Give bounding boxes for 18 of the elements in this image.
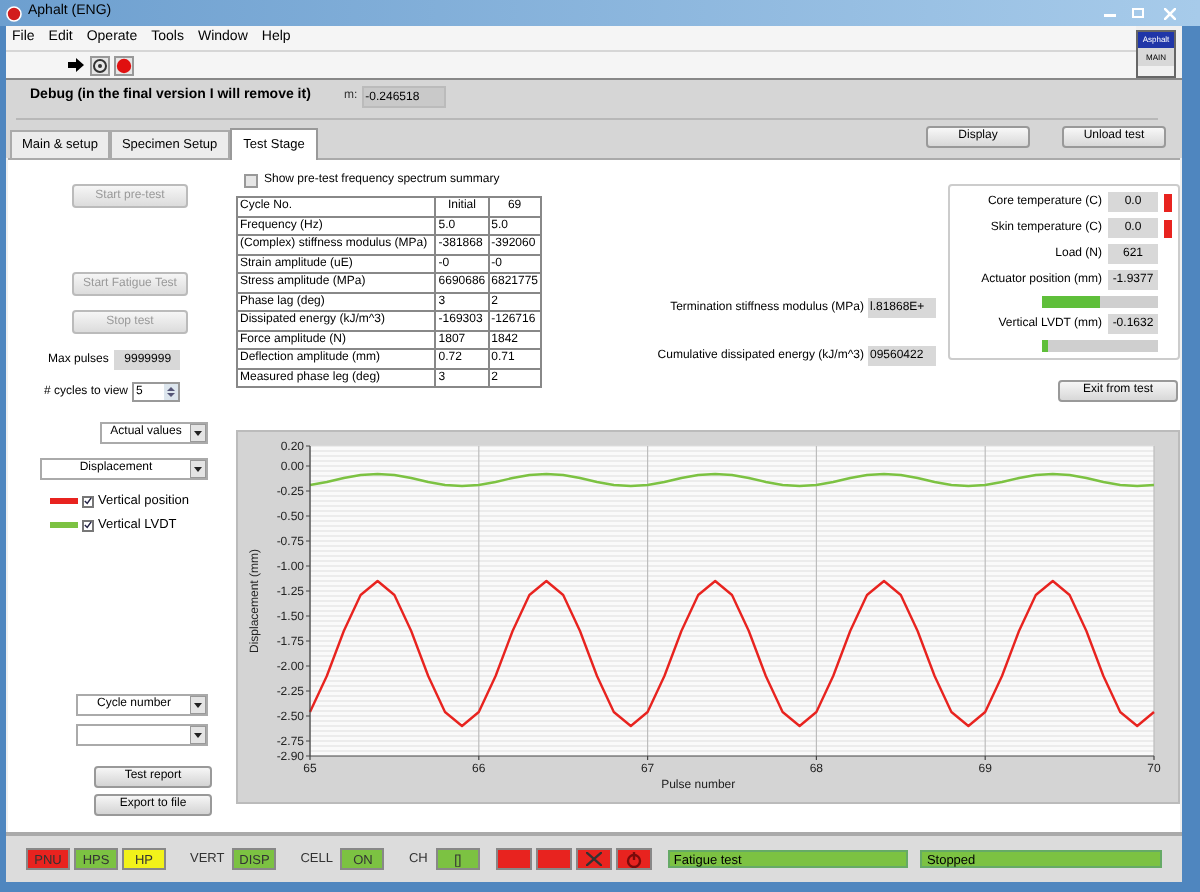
dropdown-arrow-icon[interactable] [190, 696, 206, 714]
app-icon [6, 5, 22, 21]
maximize-icon [1132, 8, 1144, 18]
stop-button[interactable] [114, 55, 134, 75]
checkbox[interactable] [82, 495, 94, 508]
dropdown-arrow-icon[interactable] [190, 726, 206, 744]
checkbox[interactable] [244, 174, 258, 188]
cross-icon [585, 852, 602, 866]
run-button[interactable] [66, 55, 86, 75]
stop-icon [116, 57, 132, 73]
dropdown-arrow-icon[interactable] [190, 424, 206, 442]
dropdown-arrow-icon[interactable] [190, 460, 206, 478]
spinner-arrows-icon[interactable] [164, 384, 179, 400]
power-icon [625, 851, 642, 867]
minimize-icon [1104, 9, 1116, 17]
checkbox[interactable] [82, 519, 94, 532]
close-icon [1164, 7, 1176, 19]
arrow-icon [68, 58, 84, 72]
